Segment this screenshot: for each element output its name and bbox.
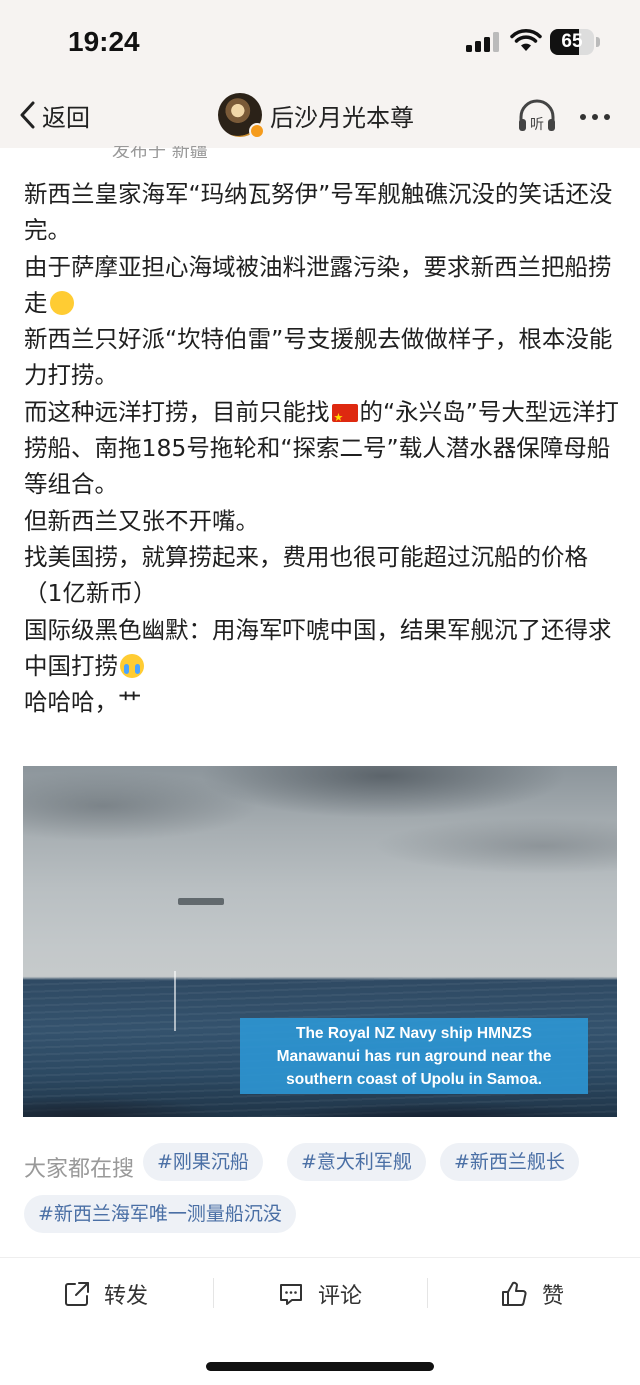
thumbs-up-icon	[502, 1281, 527, 1306]
repost-button[interactable]: 转发	[64, 1276, 148, 1312]
search-tag[interactable]: #新西兰舰长	[440, 1143, 579, 1181]
trending-label: 大家都在搜	[24, 1157, 135, 1182]
nav-bar: 返回 后沙月光本尊 听	[0, 85, 640, 148]
post-body: 新西兰皇家海军“玛纳瓦努伊”号军舰触礁沉没的笑话还没完。 由于萨摩亚担心海域被油…	[24, 176, 620, 720]
image-caption: The Royal NZ Navy ship HMNZS Manawanui h…	[240, 1018, 588, 1094]
author-name[interactable]: 后沙月光本尊	[270, 98, 414, 133]
image-pole	[174, 971, 176, 1031]
post-paragraph: 国际级黑色幽默：用海军吓唬中国，结果军舰沉了还得求中国打捞	[24, 612, 620, 685]
post-paragraph: 新西兰只好派“坎特伯雷”号支援舰去做做样子，根本没能力打捞。	[24, 325, 613, 390]
image-sky	[23, 766, 617, 977]
comment-icon	[280, 1284, 302, 1305]
post-paragraph: 新西兰皇家海军“玛纳瓦努伊”号军舰触礁沉没的笑话还没完。	[24, 180, 613, 245]
battery-level: 65	[561, 31, 583, 52]
post-text: 而这种远洋打捞，目前只能找	[24, 397, 330, 426]
home-indicator	[206, 1362, 434, 1371]
shush-emoji-icon	[49, 290, 74, 315]
more-dot-icon	[592, 114, 598, 120]
post-paragraph: 而这种远洋打捞，目前只能找的“永兴岛”号大型远洋打捞船、南拖185号拖轮和“探索…	[24, 394, 620, 503]
action-separator	[427, 1278, 428, 1308]
back-label: 返回	[42, 103, 90, 132]
post-paragraph: 找美国捞，就算捞起来，费用也很可能超过沉船的价格（1亿新币）	[24, 542, 588, 608]
crying-emoji-icon	[120, 653, 144, 678]
like-label: 赞	[542, 1284, 565, 1309]
wifi-icon	[510, 29, 542, 51]
cellular-signal-icon	[466, 32, 499, 52]
status-bar: 19:24 65	[0, 0, 640, 85]
post-paragraph: 哈哈哈，艹	[24, 688, 142, 717]
verified-badge-icon	[249, 123, 265, 139]
post-image[interactable]: The Royal NZ Navy ship HMNZS Manawanui h…	[23, 766, 617, 1117]
image-ship	[178, 898, 224, 905]
comment-button[interactable]: 评论	[278, 1276, 362, 1312]
back-button[interactable]: 返回	[18, 95, 90, 135]
more-dot-icon	[580, 114, 586, 120]
caption-line: Manawanui has run aground near the	[276, 1048, 552, 1065]
author-header[interactable]: 后沙月光本尊	[218, 93, 414, 139]
more-options-button[interactable]	[580, 105, 616, 124]
clock-time: 19:24	[68, 26, 140, 57]
post-paragraph: 但新西兰又张不开嘴。	[24, 506, 259, 535]
battery-tip	[596, 37, 600, 47]
search-tag[interactable]: #新西兰海军唯一测量船沉没	[24, 1195, 296, 1233]
search-tag[interactable]: #刚果沉船	[143, 1143, 263, 1181]
search-tag[interactable]: #意大利军舰	[287, 1143, 426, 1181]
caption-line: southern coast of Upolu in Samoa.	[286, 1071, 542, 1088]
more-dot-icon	[604, 114, 610, 120]
chevron-left-icon	[20, 101, 35, 129]
share-icon	[65, 1282, 89, 1306]
post-text: 国际级黑色幽默：用海军吓唬中国，结果军舰沉了还得求中国打捞	[24, 615, 612, 680]
avatar[interactable]	[218, 93, 265, 139]
like-button[interactable]: 赞	[500, 1276, 564, 1312]
action-separator	[213, 1278, 214, 1308]
comment-label: 评论	[318, 1284, 363, 1309]
battery-icon: 65	[550, 29, 594, 55]
repost-label: 转发	[104, 1284, 149, 1309]
caption-line: The Royal NZ Navy ship HMNZS	[296, 1025, 532, 1042]
post-text: 由于萨摩亚担心海域被油料泄露污染，要求新西兰把船捞走	[24, 252, 612, 317]
listen-button[interactable]: 听	[516, 97, 558, 139]
listen-icon-text: 听	[530, 117, 544, 133]
headphones-icon: 听	[519, 99, 555, 133]
post-meta-clipped: 发布于 新疆	[112, 146, 208, 158]
china-flag-icon	[331, 400, 358, 436]
post-paragraph: 由于萨摩亚担心海域被油料泄露污染，要求新西兰把船捞走	[24, 249, 620, 322]
